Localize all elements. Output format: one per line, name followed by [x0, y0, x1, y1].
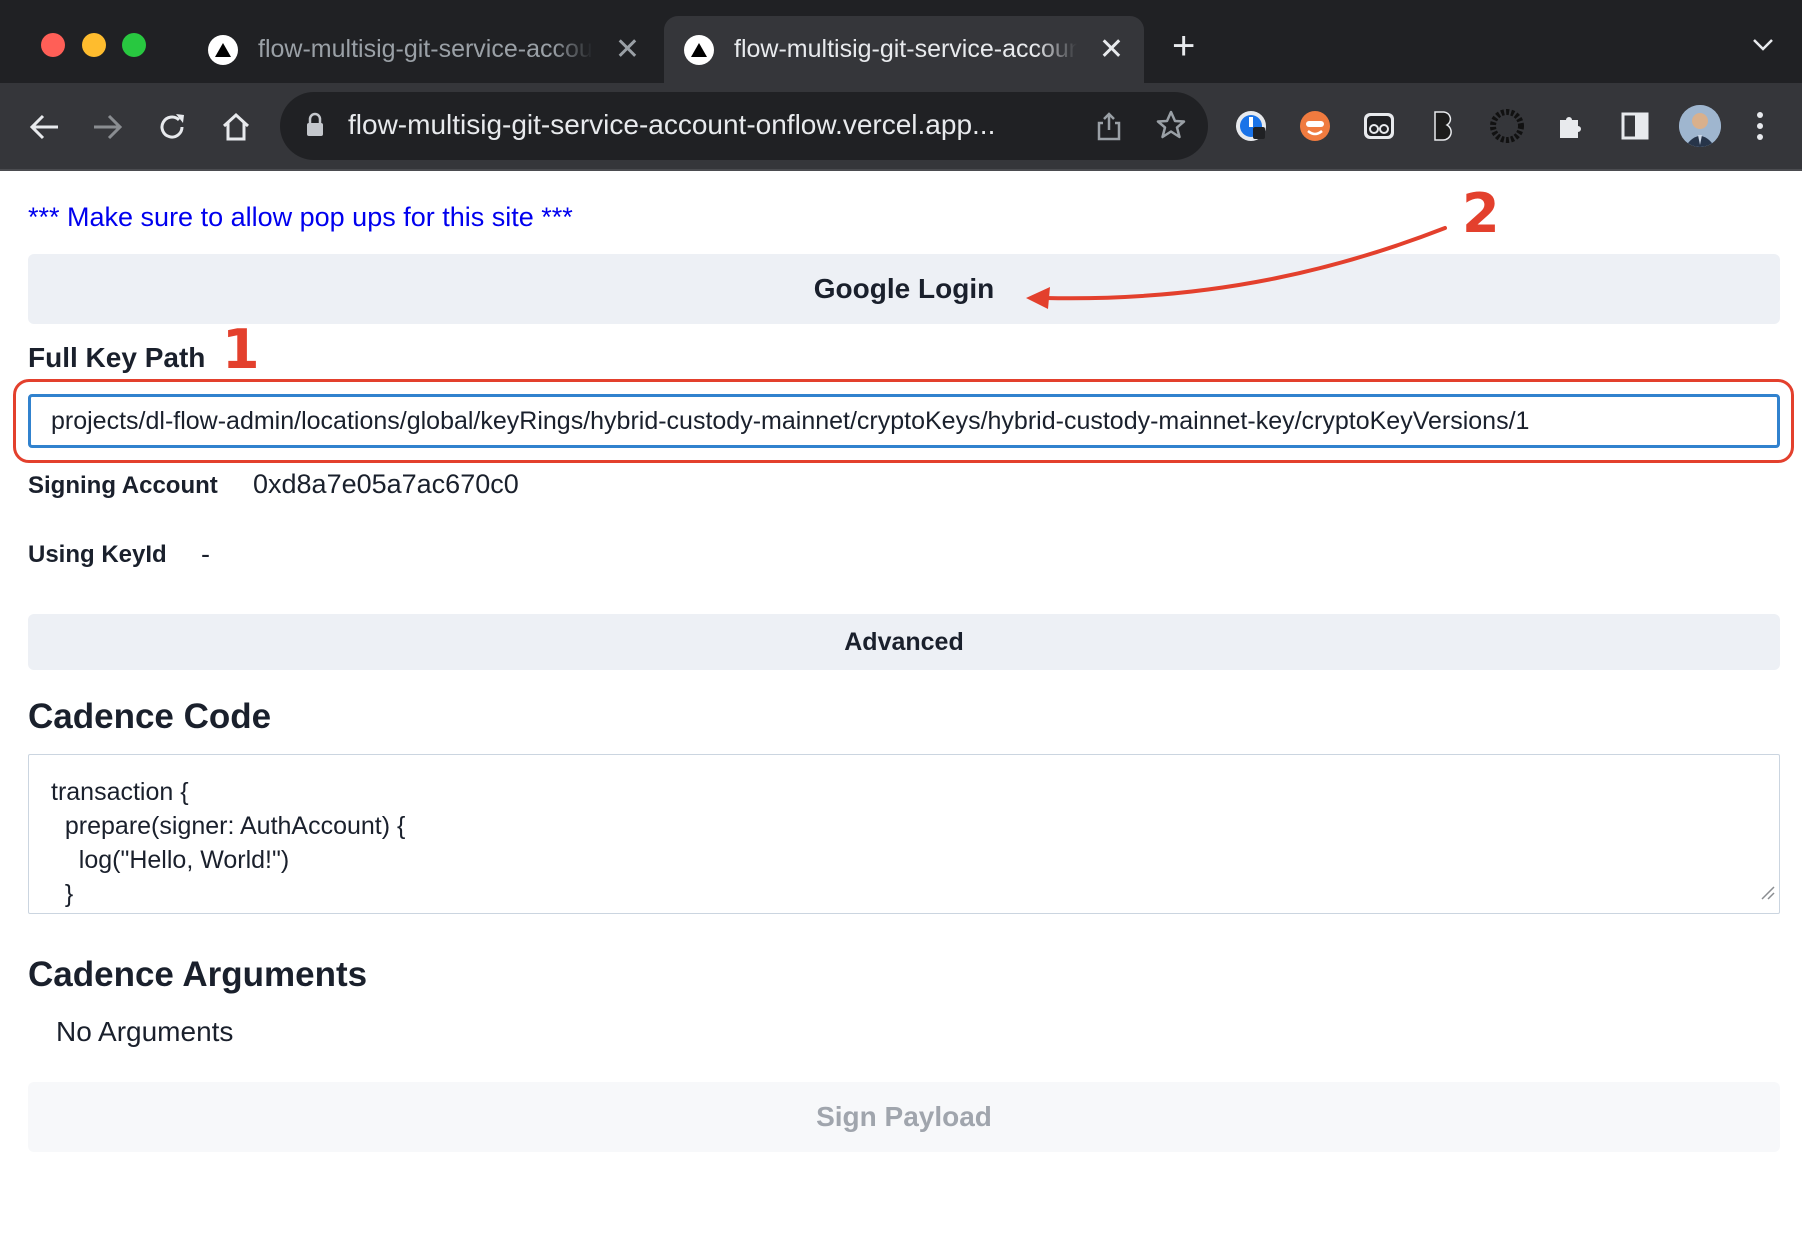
sign-payload-button[interactable]: Sign Payload: [28, 1082, 1780, 1152]
using-keyid-value: -: [201, 539, 210, 569]
advanced-button[interactable]: Advanced: [28, 614, 1780, 670]
signing-account-label: Signing Account: [28, 472, 218, 499]
using-keyid-label: Using KeyId: [28, 541, 167, 568]
cadence-code-text: transaction { prepare(signer: AuthAccoun…: [51, 778, 406, 908]
annotation-arrow-icon: [1026, 226, 1447, 309]
annotation-highlight-box: [13, 379, 1794, 463]
tab-inactive[interactable]: flow-multisig-git-service-account-onflow…: [188, 16, 660, 83]
home-icon[interactable]: [216, 107, 256, 147]
tab-close-icon[interactable]: ✕: [1099, 34, 1124, 65]
browser-tab-strip: flow-multisig-git-service-account-onflow…: [0, 0, 1802, 83]
back-arrow-icon[interactable]: [24, 107, 64, 147]
reload-icon[interactable]: [152, 107, 192, 147]
browser-menu-icon[interactable]: [1756, 111, 1764, 146]
fox-extension-icon[interactable]: [1297, 108, 1333, 144]
browser-toolbar: flow-multisig-git-service-account-onflow…: [0, 83, 1802, 169]
annotation-marker-2: 2: [1462, 182, 1500, 245]
url-text[interactable]: flow-multisig-git-service-account-onflow…: [348, 109, 995, 141]
google-login-button[interactable]: Google Login: [28, 254, 1780, 324]
tab-search-chevron-icon[interactable]: [1752, 38, 1774, 57]
cadence-arguments-heading: Cadence Arguments: [28, 955, 368, 994]
resize-grip-icon[interactable]: [1759, 875, 1775, 909]
cadence-code-heading: Cadence Code: [28, 697, 272, 736]
window-minimize-button[interactable]: [82, 33, 106, 57]
cadence-code-textarea[interactable]: transaction { prepare(signer: AuthAccoun…: [28, 754, 1780, 914]
annotation-marker-1: 1: [222, 318, 260, 381]
password-manager-extension-icon[interactable]: [1233, 108, 1269, 144]
tab-close-icon[interactable]: ✕: [615, 34, 640, 65]
popup-notice: *** Make sure to allow pop ups for this …: [28, 202, 573, 232]
share-icon[interactable]: [1096, 110, 1122, 147]
tab-title: flow-multisig-git-service-account-onflow: [258, 35, 593, 63]
sunburst-extension-icon[interactable]: [1489, 108, 1525, 144]
new-tab-button[interactable]: +: [1172, 26, 1195, 66]
side-panel-icon[interactable]: [1617, 108, 1653, 144]
full-key-path-label: Full Key Path: [28, 342, 206, 373]
window-close-button[interactable]: [41, 33, 65, 57]
bookmark-star-icon[interactable]: [1156, 110, 1186, 145]
no-arguments-text: No Arguments: [56, 1016, 234, 1047]
tab-active[interactable]: flow-multisig-git-service-account-onflow…: [664, 16, 1144, 83]
signing-account-value: 0xd8a7e05a7ac670c0: [253, 469, 519, 499]
window-zoom-button[interactable]: [122, 33, 146, 57]
b-extension-icon[interactable]: [1425, 108, 1461, 144]
vercel-favicon-icon: [208, 34, 238, 65]
lock-icon[interactable]: [306, 112, 324, 143]
vercel-favicon-icon: [684, 34, 714, 65]
incognito-glasses-extension-icon[interactable]: [1361, 108, 1397, 144]
address-bar[interactable]: flow-multisig-git-service-account-onflow…: [280, 92, 1208, 160]
tab-title: flow-multisig-git-service-account-onflow: [734, 35, 1077, 63]
extensions-puzzle-icon[interactable]: [1553, 108, 1589, 144]
forward-arrow-icon[interactable]: [88, 107, 128, 147]
profile-avatar[interactable]: [1679, 105, 1721, 147]
toolbar-divider: [0, 169, 1802, 171]
